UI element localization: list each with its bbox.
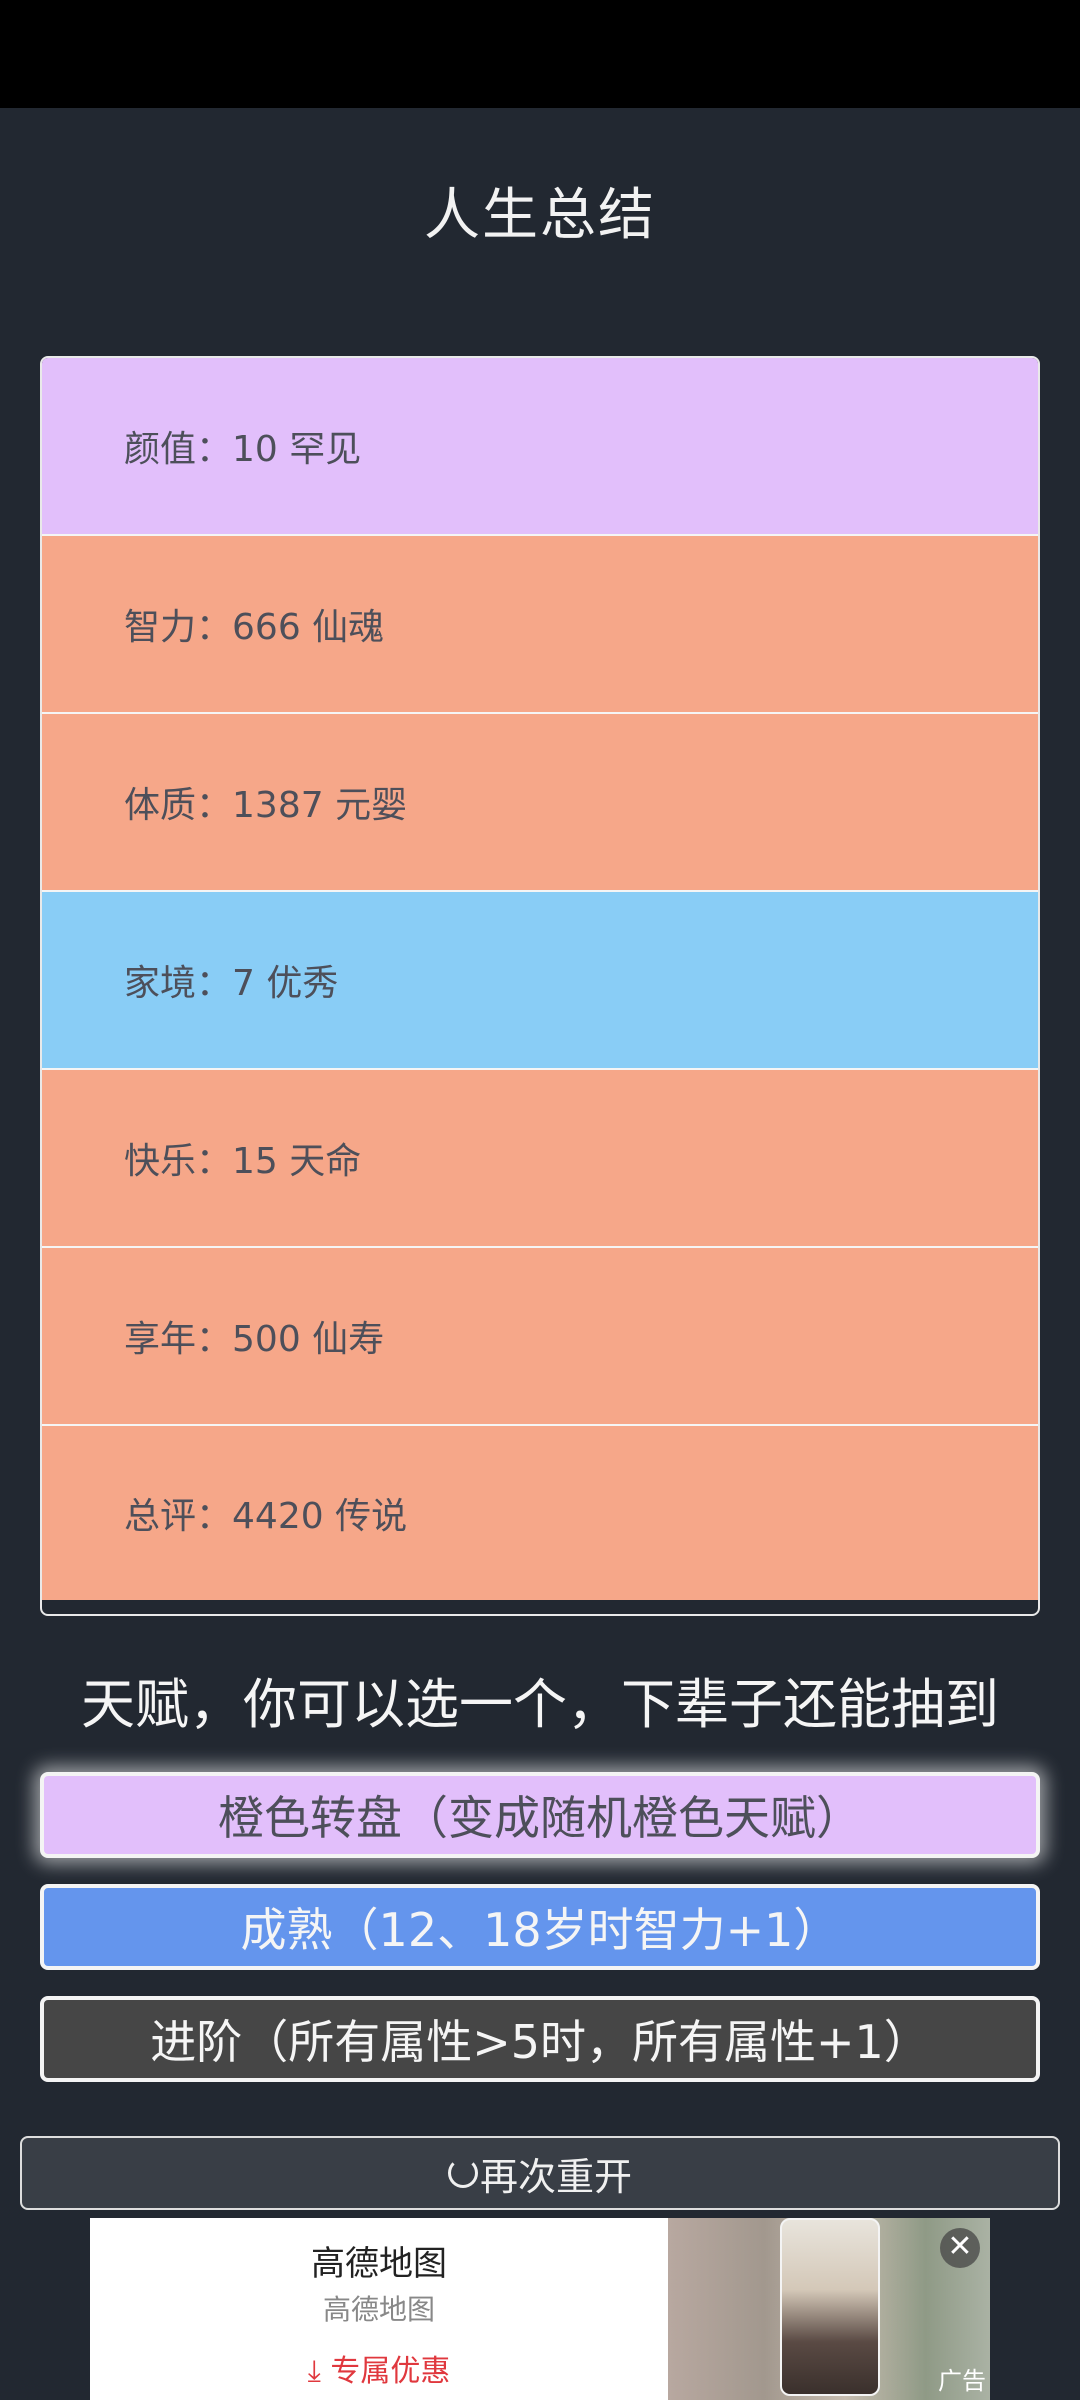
summary-row-label: 颜值：: [124, 429, 233, 470]
restart-button[interactable]: 再次重开: [20, 2136, 1060, 2210]
page-title: 人生总结: [424, 183, 656, 248]
summary-list: 颜值： 10 罕见 智力： 666 仙魂 体质： 1387 元婴 家境： 7 优…: [40, 356, 1040, 1616]
summary-row-overall: 总评： 4420 传说: [42, 1426, 1038, 1600]
download-arrow-icon: ⤓: [307, 2354, 321, 2389]
summary-row-value: 7 优秀: [232, 963, 339, 1004]
summary-row-label: 家境：: [124, 963, 233, 1004]
restart-label: 再次重开: [479, 2154, 632, 2199]
summary-row-label: 总评：: [124, 1496, 233, 1537]
ad-banner[interactable]: 高德地图 高德地图 ⤓ 专属优惠 ✕ 广告: [90, 2218, 990, 2400]
ad-image[interactable]: ✕ 广告: [668, 2218, 990, 2400]
ad-title: 高德地图: [311, 2244, 447, 2284]
talent-heading: 天赋，你可以选一个，下辈子还能抽到: [81, 1673, 999, 1736]
summary-row-lifespan: 享年： 500 仙寿: [42, 1248, 1038, 1426]
summary-row-value: 4420 传说: [232, 1496, 408, 1537]
close-icon[interactable]: ✕: [940, 2228, 980, 2268]
status-bar: [0, 0, 1080, 108]
summary-row-intelligence: 智力： 666 仙魂: [42, 536, 1038, 714]
summary-row-value: 10 罕见: [232, 429, 362, 470]
ad-cta-label: 专属优惠: [330, 2354, 451, 2389]
summary-row-value: 15 天命: [232, 1141, 362, 1182]
talent-option[interactable]: 进阶（所有属性>5时，所有属性+1）: [40, 1996, 1040, 2082]
summary-row-label: 智力：: [124, 607, 233, 648]
summary-row-family: 家境： 7 优秀: [42, 892, 1038, 1070]
summary-row-happiness: 快乐： 15 天命: [42, 1070, 1038, 1248]
refresh-icon: [447, 2158, 478, 2188]
summary-row-value: 1387 元婴: [232, 785, 408, 826]
summary-row-value: 666 仙魂: [232, 607, 385, 648]
summary-row-appearance: 颜值： 10 罕见: [42, 358, 1038, 536]
talent-option[interactable]: 橙色转盘（变成随机橙色天赋）: [40, 1772, 1040, 1858]
talent-option[interactable]: 成熟（12、18岁时智力+1）: [40, 1884, 1040, 1970]
ad-subtitle: 高德地图: [322, 2293, 435, 2326]
summary-row-label: 体质：: [124, 785, 233, 826]
ad-cta[interactable]: ⤓ 专属优惠: [90, 2346, 668, 2390]
summary-row-label: 享年：: [124, 1319, 233, 1360]
summary-row-constitution: 体质： 1387 元婴: [42, 714, 1038, 892]
ad-text-block[interactable]: 高德地图 高德地图 ⤓ 专属优惠: [90, 2218, 668, 2400]
summary-row-label: 快乐：: [124, 1141, 233, 1182]
summary-row-value: 500 仙寿: [232, 1319, 385, 1360]
ad-phone-image: [780, 2218, 880, 2396]
ad-badge: 广告: [938, 2367, 986, 2395]
